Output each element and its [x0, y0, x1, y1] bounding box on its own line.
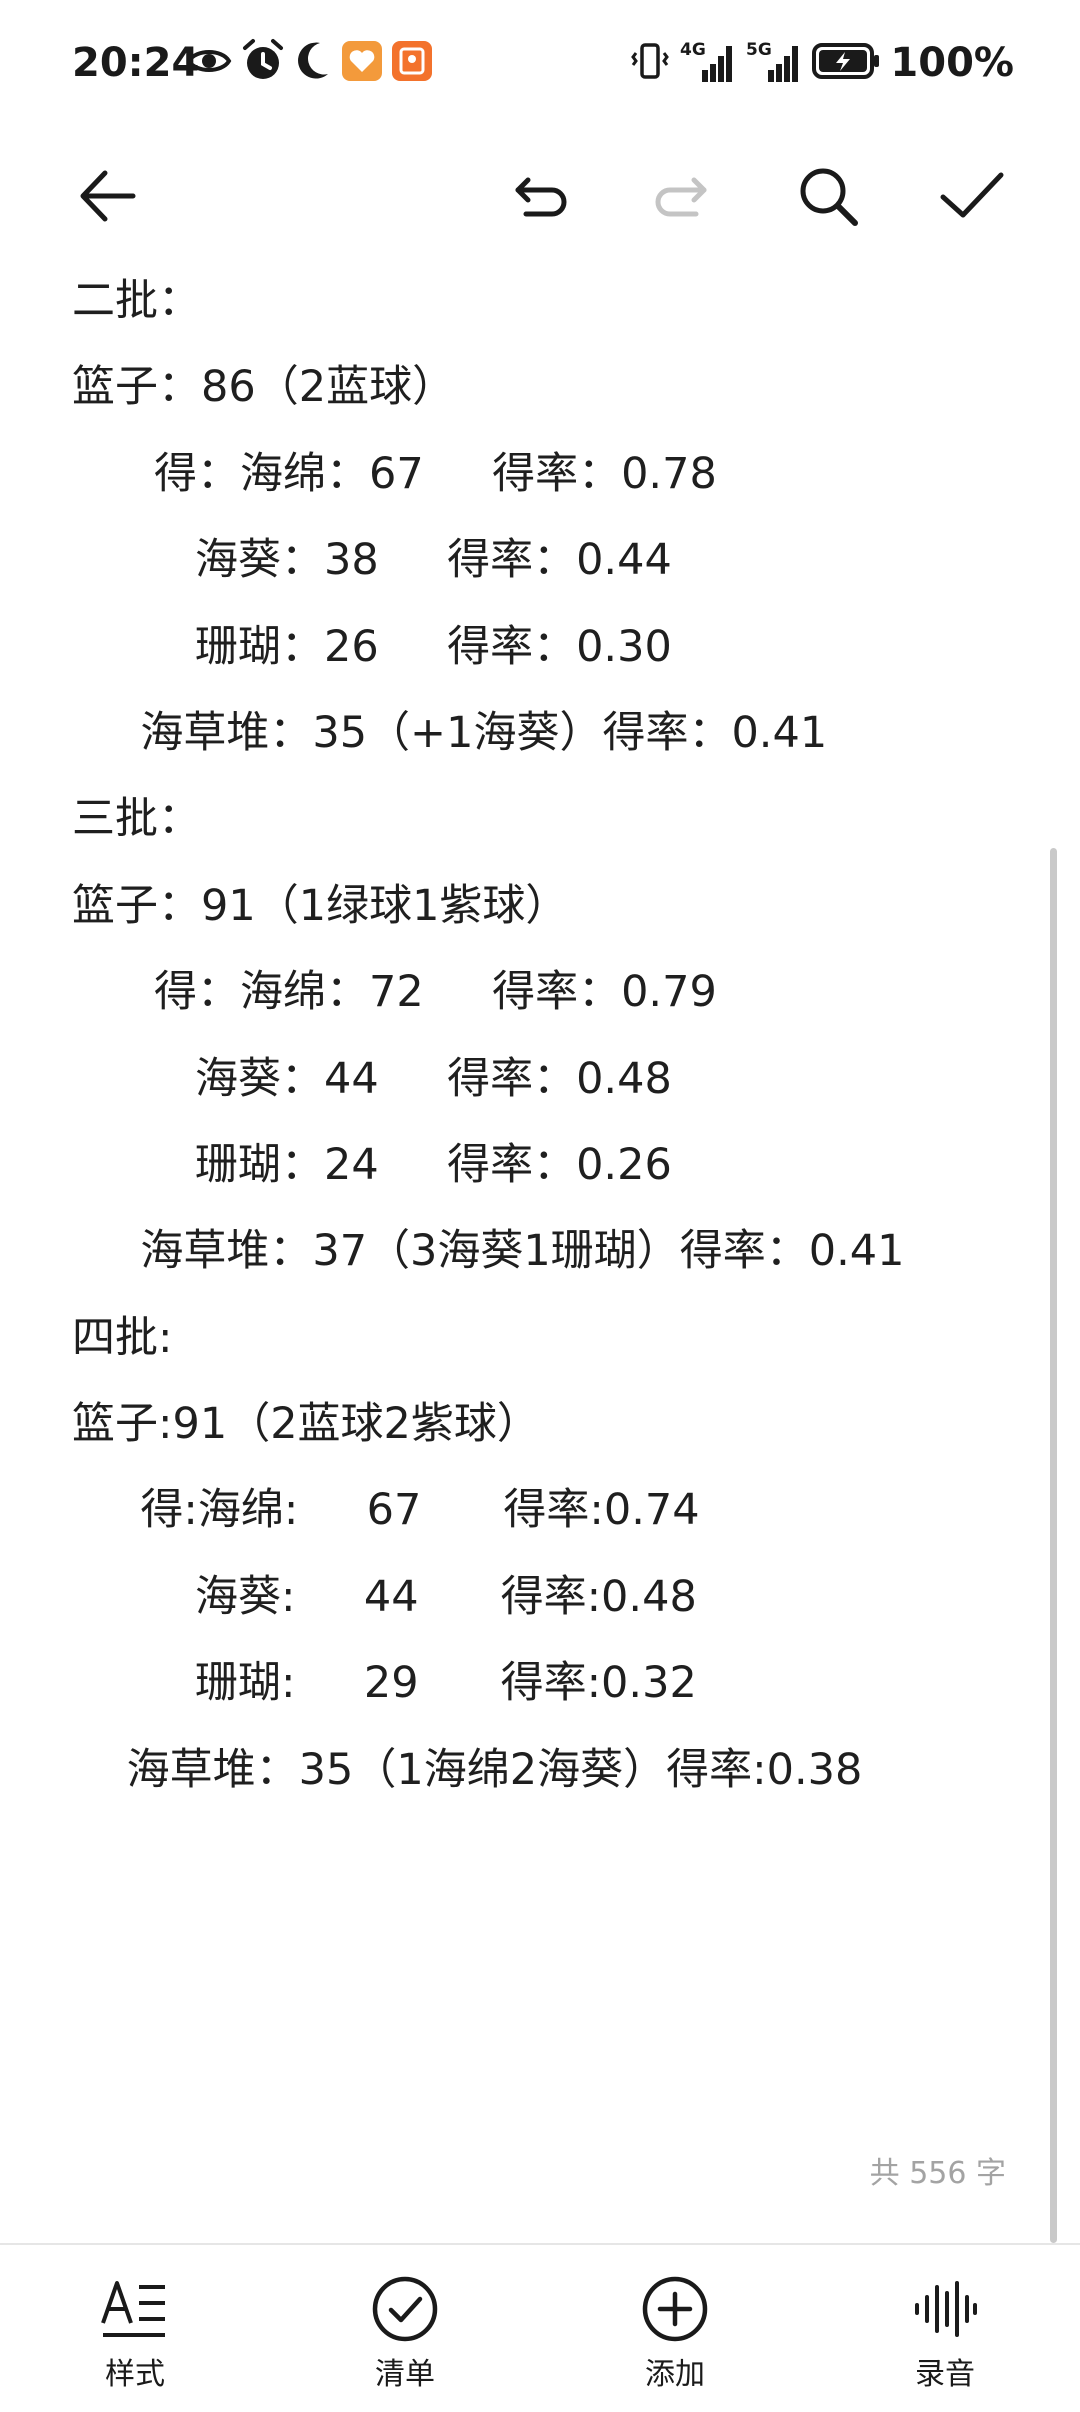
net-4g-label: 4G [680, 40, 706, 60]
note-line: 篮子：86（2蓝球） [72, 362, 456, 413]
reader-app-icon [392, 41, 432, 85]
search-button[interactable] [788, 158, 868, 238]
word-count: 共 556 字 [869, 2156, 1006, 2191]
redo-icon [648, 164, 712, 232]
signal-5g-icon: 5G [746, 38, 802, 88]
note-line: 海草堆：37（3海葵1珊瑚）得率：0.41 [72, 1226, 905, 1277]
alarm-icon [242, 38, 284, 88]
note-line: 海草堆：35（1海绵2海葵）得率:0.38 [72, 1744, 863, 1795]
status-right-icons: 4G 5G 100% [630, 38, 1014, 88]
moon-icon [294, 38, 332, 88]
note-line: 二批： [72, 276, 201, 326]
voice-record-icon [905, 2269, 985, 2349]
confirm-button[interactable] [932, 158, 1012, 238]
status-left-icons [186, 38, 432, 88]
back-button[interactable] [68, 158, 148, 238]
note-body[interactable]: 二批： 篮子：86（2蓝球） 得：海绵：67 得率：0.78 海葵：38 得率：… [72, 258, 1032, 1813]
note-line: 珊瑚: 29 得率:0.32 [72, 1658, 697, 1709]
note-line: 珊瑚：26 得率：0.30 [72, 621, 672, 672]
note-line: 篮子：91（1绿球1紫球） [72, 880, 569, 931]
undo-icon [510, 164, 574, 232]
note-line: 海草堆：35（+1海葵）得率：0.41 [72, 707, 828, 758]
add-button[interactable]: 添加 [590, 2269, 760, 2399]
checklist-icon [365, 2269, 445, 2349]
status-bar: 20:24 4G 5G 100% [0, 0, 1080, 130]
add-label: 添加 [645, 2357, 705, 2392]
eye-icon [186, 38, 232, 88]
battery-icon [812, 39, 880, 87]
record-label: 录音 [915, 2357, 975, 2392]
back-arrow-icon [75, 163, 141, 233]
note-line: 得：海绵：72 得率：0.79 [72, 967, 717, 1018]
signal-4g-icon: 4G [680, 38, 736, 88]
undo-button[interactable] [502, 158, 582, 238]
notes-editor-screen: 20:24 4G 5G 100% 二批： 篮子：86（2蓝球） 得：海绵：67 … [0, 0, 1080, 2412]
note-line: 得：海绵：67 得率：0.78 [72, 448, 717, 499]
note-line: 篮子:91（2蓝球2紫球） [72, 1399, 540, 1450]
note-line: 三批： [72, 794, 201, 845]
note-line: 海葵: 44 得率:0.48 [72, 1571, 697, 1622]
note-line: 珊瑚：24 得率：0.26 [72, 1139, 672, 1190]
editor-toolbar [0, 140, 1080, 250]
redo-button[interactable] [640, 158, 720, 238]
text-style-icon [95, 2269, 175, 2349]
scrollbar[interactable] [1050, 848, 1057, 2243]
check-icon [937, 161, 1007, 235]
checklist-button[interactable]: 清单 [320, 2269, 490, 2399]
status-time: 20:24 [72, 40, 200, 86]
note-line: 四批: [72, 1312, 173, 1363]
note-line: 海葵：38 得率：0.44 [72, 535, 672, 586]
bottom-toolbar: 样式 清单 添加 录音 [0, 2245, 1080, 2412]
net-5g-label: 5G [746, 40, 772, 60]
record-button[interactable]: 录音 [860, 2269, 1030, 2399]
checklist-label: 清单 [375, 2357, 435, 2392]
battery-percent: 100% [890, 40, 1014, 86]
health-app-icon [342, 41, 382, 85]
style-label: 样式 [105, 2357, 165, 2392]
vibrate-icon [630, 39, 670, 87]
style-button[interactable]: 样式 [50, 2269, 220, 2399]
note-line: 得:海绵: 67 得率:0.74 [72, 1485, 700, 1536]
note-line: 海葵：44 得率：0.48 [72, 1053, 672, 1104]
add-icon [635, 2269, 715, 2349]
search-icon [793, 161, 863, 235]
